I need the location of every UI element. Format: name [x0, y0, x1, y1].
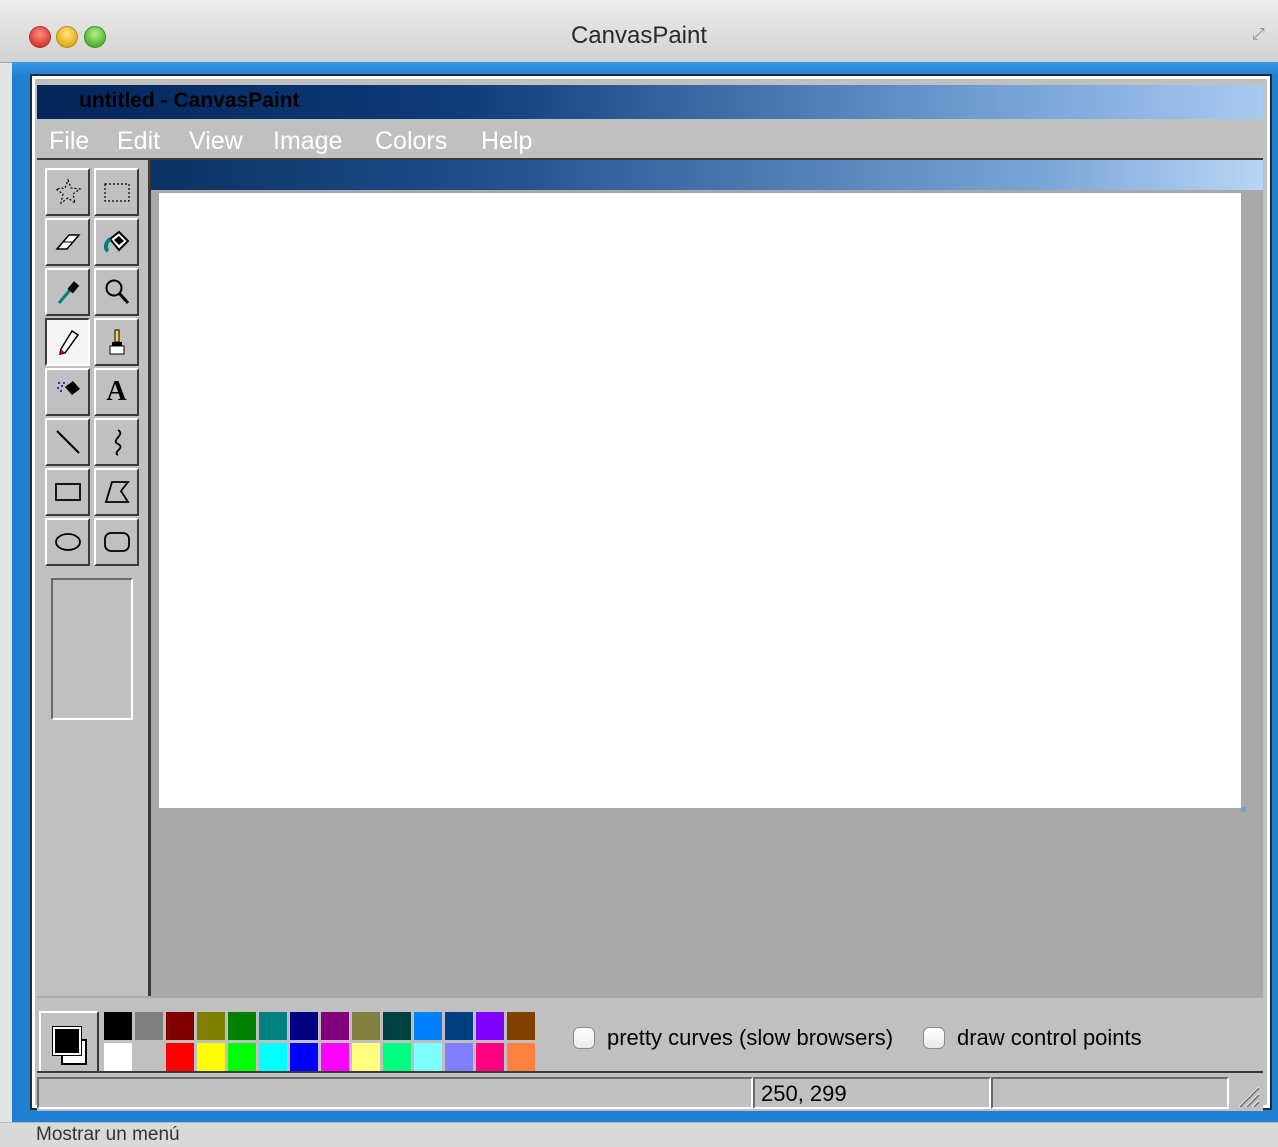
palette-swatch[interactable] — [351, 1011, 381, 1041]
pretty-curves-option[interactable]: pretty curves (slow browsers) — [573, 1025, 893, 1051]
canvas-resize-handle[interactable] — [1241, 807, 1246, 812]
palette-swatch[interactable] — [413, 1011, 443, 1041]
color-palette-area: pretty curves (slow browsers) draw contr… — [37, 999, 1263, 1073]
mac-window-title: CanvasPaint — [570, 22, 708, 49]
palette-swatch[interactable] — [196, 1011, 226, 1041]
tool-brush[interactable] — [94, 318, 139, 366]
tool-text[interactable]: A — [94, 368, 139, 416]
desktop-background: untitled - CanvasPaint File Edit View Im… — [12, 62, 1278, 1122]
palette-swatch[interactable] — [134, 1042, 164, 1072]
palette-swatch[interactable] — [320, 1011, 350, 1041]
text-icon: A — [106, 376, 127, 407]
palette-swatch[interactable] — [289, 1011, 319, 1041]
palette-swatch[interactable] — [444, 1011, 474, 1041]
status-message — [37, 1077, 753, 1109]
palette-swatch[interactable] — [165, 1011, 195, 1041]
palette-swatch[interactable] — [444, 1042, 474, 1072]
tool-magnifier[interactable] — [94, 268, 139, 316]
line-icon — [55, 430, 80, 454]
rect-select-icon — [103, 183, 130, 202]
toolbox: A — [37, 160, 151, 996]
palette-swatch[interactable] — [320, 1042, 350, 1072]
document-title: untitled - CanvasPaint — [79, 89, 300, 112]
os-status-text: Mostrar un menú — [36, 1124, 180, 1145]
canvas-header-bar — [151, 160, 1263, 190]
paint-bucket-icon — [103, 230, 129, 253]
tool-pick-color[interactable] — [45, 268, 90, 316]
palette-swatch[interactable] — [103, 1042, 133, 1072]
pretty-curves-label: pretty curves (slow browsers) — [607, 1025, 894, 1050]
rounded-rect-icon — [103, 532, 130, 552]
current-colors — [39, 1011, 99, 1073]
status-coords: 250, 299 — [753, 1077, 991, 1109]
tool-airbrush[interactable] — [45, 368, 90, 416]
canvas-scrollbar[interactable] — [1241, 190, 1259, 810]
tool-options-box[interactable] — [51, 578, 133, 720]
menu-colors[interactable]: Colors — [375, 127, 447, 156]
tool-polygon[interactable] — [94, 468, 139, 516]
palette-swatch[interactable] — [227, 1042, 257, 1072]
tool-pencil[interactable] — [45, 318, 90, 366]
palette-swatch[interactable] — [382, 1011, 412, 1041]
brush-icon — [109, 329, 124, 355]
pencil-icon — [58, 329, 79, 355]
desktop-highlight — [12, 62, 1278, 76]
palette-swatch[interactable] — [506, 1011, 536, 1041]
ellipse-icon — [54, 533, 81, 551]
fullscreen-icon[interactable]: ⤢ — [1252, 26, 1272, 48]
palette-swatch[interactable] — [134, 1011, 164, 1041]
menu-file[interactable]: File — [49, 127, 89, 156]
resize-grip-icon[interactable] — [1235, 1083, 1261, 1109]
tool-rounded-rect[interactable] — [94, 518, 139, 566]
draw-control-points-checkbox[interactable] — [923, 1027, 945, 1049]
palette-swatch[interactable] — [506, 1042, 536, 1072]
star-select-icon — [53, 178, 82, 205]
document-titlebar: untitled - CanvasPaint — [37, 85, 1263, 119]
draw-control-points-option[interactable]: draw control points — [923, 1025, 1142, 1051]
tool-line[interactable] — [45, 418, 90, 466]
os-status-bar: Mostrar un menú — [0, 1122, 1278, 1147]
palette-swatch[interactable] — [258, 1011, 288, 1041]
menu-edit[interactable]: Edit — [117, 127, 160, 156]
tool-free-form-select[interactable] — [45, 168, 90, 216]
palette-swatch[interactable] — [227, 1011, 257, 1041]
eyedropper-icon — [57, 281, 79, 304]
curve-icon — [114, 429, 121, 456]
eraser-icon — [54, 234, 81, 250]
tool-eraser[interactable] — [45, 218, 90, 266]
rectangle-icon — [54, 483, 81, 501]
menu-view[interactable]: View — [189, 127, 243, 156]
menu-help[interactable]: Help — [481, 127, 532, 156]
tool-rect-select[interactable] — [94, 168, 139, 216]
palette-swatch[interactable] — [475, 1011, 505, 1041]
work-area: A — [37, 158, 1263, 998]
pretty-curves-checkbox[interactable] — [573, 1027, 595, 1049]
drawing-canvas[interactable] — [159, 193, 1241, 808]
palette-swatch[interactable] — [351, 1042, 381, 1072]
tool-rectangle[interactable] — [45, 468, 90, 516]
magnifier-icon — [105, 279, 129, 305]
airbrush-icon — [56, 381, 80, 395]
menubar: File Edit View Image Colors Help — [37, 123, 1263, 159]
palette-swatch[interactable] — [196, 1042, 226, 1072]
mac-titlebar: CanvasPaint ⤢ — [0, 0, 1278, 63]
palette-swatch[interactable] — [103, 1011, 133, 1041]
tool-curve[interactable] — [94, 418, 139, 466]
tool-ellipse[interactable] — [45, 518, 90, 566]
palette-swatch[interactable] — [258, 1042, 288, 1072]
palette-swatch[interactable] — [382, 1042, 412, 1072]
palette-swatch[interactable] — [165, 1042, 195, 1072]
palette-swatch[interactable] — [475, 1042, 505, 1072]
palette-swatch[interactable] — [289, 1042, 319, 1072]
status-bar: 250, 299 — [37, 1071, 1263, 1111]
menu-image[interactable]: Image — [273, 127, 342, 156]
paint-window: untitled - CanvasPaint File Edit View Im… — [30, 74, 1272, 1111]
draw-control-points-label: draw control points — [957, 1025, 1142, 1050]
status-extra — [991, 1077, 1229, 1109]
palette-swatch[interactable] — [413, 1042, 443, 1072]
tool-fill[interactable] — [94, 218, 139, 266]
polygon-icon — [104, 481, 130, 503]
foreground-color[interactable] — [52, 1026, 82, 1056]
